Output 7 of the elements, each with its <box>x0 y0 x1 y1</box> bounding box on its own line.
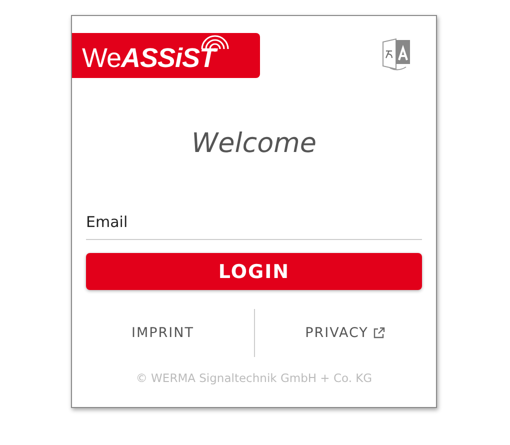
login-button[interactable]: LOGIN <box>86 253 422 290</box>
privacy-link[interactable]: PRIVACY <box>254 309 436 357</box>
external-link-icon <box>373 327 386 339</box>
welcome-heading: Welcome <box>190 128 318 159</box>
copyright-text: © WERMA Signaltechnik GmbH + Co. KG <box>134 371 374 385</box>
imprint-link[interactable]: IMPRINT <box>72 325 254 341</box>
logo-text: WeASSiST <box>82 43 216 74</box>
